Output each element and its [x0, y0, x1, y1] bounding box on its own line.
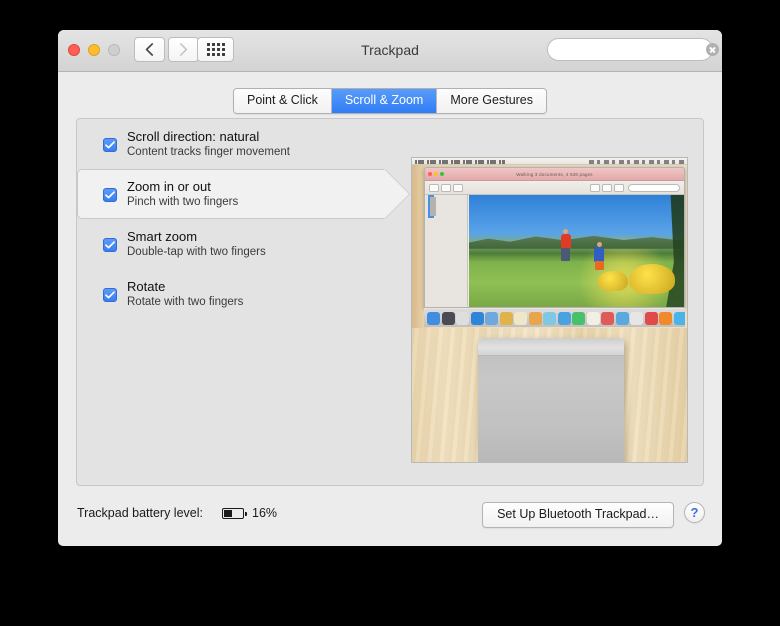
toolbar-left-group [429, 184, 463, 192]
clear-search-icon[interactable] [706, 43, 719, 56]
dock-icon [441, 311, 455, 325]
yellow-bush [598, 271, 629, 292]
dock-icon [485, 311, 498, 325]
tab-group: Point & Click Scroll & Zoom More Gesture… [232, 88, 548, 114]
dock [424, 308, 685, 327]
dock-icon [615, 311, 629, 325]
checkbox-scroll-direction[interactable] [103, 137, 117, 152]
tab-scroll-and-zoom[interactable]: Scroll & Zoom [331, 89, 438, 113]
preferences-panel: Scroll direction: natural Content tracks… [76, 118, 704, 486]
option-text: Smart zoom Double-tap with two fingers [127, 229, 266, 260]
yellow-bush [629, 264, 676, 295]
checkbox-rotate[interactable] [103, 287, 117, 302]
tab-point-and-click[interactable]: Point & Click [233, 89, 332, 113]
checkmark-icon [105, 290, 115, 298]
dock-icon [456, 311, 469, 325]
hiker-adult [559, 228, 572, 263]
option-subtitle: Content tracks finger movement [127, 145, 290, 158]
option-subtitle: Double-tap with two fingers [127, 245, 266, 258]
preview-thumbnail-sidebar [425, 195, 468, 307]
preview-app-toolbar [425, 181, 684, 195]
dock-icon [673, 311, 685, 325]
selected-row-pointer [384, 169, 409, 219]
option-title: Rotate [127, 278, 166, 294]
option-row-scroll-direction[interactable]: Scroll direction: natural Content tracks… [77, 119, 417, 169]
dock-icon [557, 311, 571, 325]
preview-window-title: Walking 3 documents, 4 536 pages [516, 171, 593, 177]
tab-bar: Point & Click Scroll & Zoom More Gesture… [58, 88, 722, 114]
gesture-option-list: Scroll direction: natural Content tracks… [77, 119, 417, 319]
tab-more-gestures[interactable]: More Gestures [437, 89, 547, 113]
option-text: Rotate Rotate with two fingers [127, 279, 243, 310]
checkbox-smart-zoom[interactable] [103, 237, 117, 252]
battery-icon [222, 508, 247, 519]
option-subtitle: Rotate with two fingers [127, 295, 244, 308]
option-title: Smart zoom [127, 228, 198, 244]
toolbar-right-group [590, 184, 624, 192]
dock-icon [528, 311, 542, 325]
option-title: Scroll direction: natural [127, 128, 260, 144]
mountain-ridge [469, 235, 684, 249]
search-input[interactable] [556, 43, 706, 56]
battery-level-label: Trackpad battery level: [77, 506, 203, 520]
checkmark-icon [105, 140, 115, 148]
dock-icon [659, 311, 672, 325]
set-up-bluetooth-trackpad-button[interactable]: Set Up Bluetooth Trackpad… [482, 502, 674, 528]
dock-icon [499, 311, 513, 325]
help-button[interactable]: ? [684, 502, 705, 523]
system-preferences-window: Trackpad Point & Click Scroll & Zoom Mor… [58, 30, 722, 546]
menu-bar-status-items [589, 159, 684, 164]
dock-icon [427, 311, 440, 325]
option-row-zoom-in-or-out[interactable]: Zoom in or out Pinch with two fingers [77, 169, 417, 219]
menu-bar [412, 158, 687, 165]
option-row-rotate[interactable]: Rotate Rotate with two fingers [77, 269, 417, 319]
option-text: Scroll direction: natural Content tracks… [127, 129, 290, 160]
search-field[interactable] [547, 38, 719, 61]
dock-icon [601, 311, 614, 325]
window-titlebar: Trackpad [58, 30, 722, 72]
dock-icon [470, 311, 484, 325]
bottom-bar: Trackpad battery level: 16% Set Up Bluet… [58, 486, 722, 546]
desktop-screenshot: Walking 3 documents, 4 536 pages [412, 158, 687, 328]
option-subtitle: Pinch with two fingers [127, 195, 239, 208]
dock-icon [514, 311, 527, 325]
trackpad-battery-bar [478, 338, 624, 356]
dock-icon [644, 311, 658, 325]
checkmark-icon [105, 240, 115, 248]
menu-bar-items [415, 159, 505, 164]
magic-trackpad [478, 338, 624, 462]
battery-fill [224, 510, 232, 517]
hiking-photo [469, 195, 684, 307]
hiker-child [594, 242, 605, 271]
dock-icon [630, 311, 643, 325]
gesture-demo-preview: Walking 3 documents, 4 536 pages [411, 157, 688, 463]
checkbox-zoom-in-or-out[interactable] [103, 187, 117, 202]
preview-app-titlebar: Walking 3 documents, 4 536 pages [425, 168, 684, 181]
battery-percent: 16% [252, 506, 278, 520]
dock-icon [572, 311, 585, 325]
preview-app-window: Walking 3 documents, 4 536 pages [424, 167, 685, 308]
checkmark-icon [105, 190, 115, 198]
thumbnail-item [434, 197, 436, 216]
option-text: Zoom in or out Pinch with two fingers [127, 179, 238, 210]
trackpad-photo [412, 328, 687, 462]
preview-search-field [628, 184, 680, 192]
option-row-smart-zoom[interactable]: Smart zoom Double-tap with two fingers [77, 219, 417, 269]
dock-icon [543, 311, 556, 325]
option-title: Zoom in or out [127, 178, 211, 194]
dock-icon [586, 311, 600, 325]
